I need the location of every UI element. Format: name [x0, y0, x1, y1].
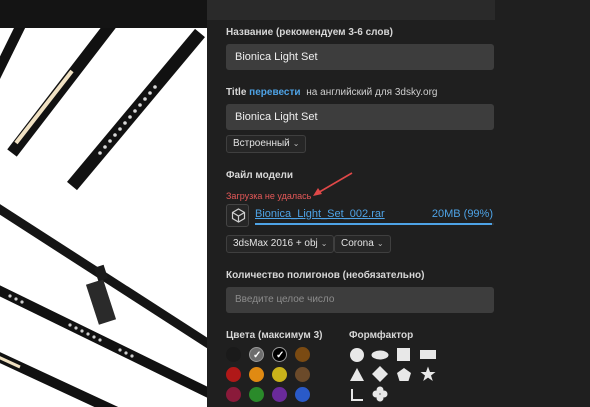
- track-4: [0, 204, 207, 349]
- color-swatch[interactable]: [226, 347, 241, 362]
- light-tracks-render: [0, 28, 207, 407]
- model-preview-image: [0, 28, 207, 407]
- file-name-link[interactable]: Bionica_Light_Set_002.rar: [255, 208, 385, 220]
- diamond-icon[interactable]: [372, 366, 388, 382]
- formfactor-label: Формфактор: [349, 330, 414, 341]
- flower-icon[interactable]: [372, 386, 388, 402]
- name-label: Название (рекомендуем 3-6 слов): [226, 27, 393, 38]
- color-swatch[interactable]: [272, 387, 287, 402]
- uploaded-file-row: Bionica_Light_Set_002.rar 20MB (99%): [226, 204, 494, 228]
- color-swatch[interactable]: [295, 367, 310, 382]
- rectangle-icon[interactable]: [419, 349, 437, 360]
- renderer-dropdown[interactable]: Corona ⌄: [334, 235, 391, 253]
- color-swatch[interactable]: [272, 347, 287, 363]
- track-2: [7, 28, 116, 157]
- software-dropdown[interactable]: 3dsMax 2016 + obj ⌄: [226, 235, 335, 253]
- annotation-arrow-icon: [313, 172, 353, 196]
- model-cube-icon: [226, 204, 249, 227]
- color-swatch[interactable]: [295, 387, 310, 402]
- title-label: Title перевести на английский для 3dsky.…: [226, 87, 437, 98]
- color-swatch[interactable]: [272, 367, 287, 382]
- chevron-down-icon: ⌄: [292, 139, 300, 148]
- ellipse-icon[interactable]: [371, 350, 389, 360]
- colors-label: Цвета (максимум 3): [226, 330, 323, 341]
- name-input[interactable]: Bionica Light Set: [226, 44, 494, 70]
- upload-error-message: Загрузка не удалась: [226, 191, 312, 201]
- software-value: 3dsMax 2016 + obj: [233, 238, 318, 249]
- track-1: [0, 28, 26, 80]
- translate-link[interactable]: перевести: [249, 87, 300, 98]
- circle-icon[interactable]: [349, 347, 365, 363]
- polygons-input[interactable]: Введите целое число: [226, 287, 494, 313]
- square-icon[interactable]: [396, 347, 411, 362]
- renderer-value: Corona: [341, 238, 374, 249]
- color-swatch[interactable]: [249, 347, 264, 363]
- title-label-rest: на английский для 3dsky.org: [306, 87, 438, 98]
- render-mode-dropdown[interactable]: Встроенный ⌄: [226, 135, 307, 153]
- render-mode-value: Встроенный: [233, 138, 290, 149]
- upload-progress-bar: [255, 223, 494, 225]
- title-input[interactable]: Bionica Light Set: [226, 104, 494, 130]
- model-file-label: Файл модели: [226, 170, 294, 181]
- pentagon-icon[interactable]: [396, 367, 412, 382]
- color-swatch[interactable]: [249, 387, 264, 402]
- chevron-down-icon: ⌄: [320, 239, 328, 248]
- color-swatch[interactable]: [249, 367, 264, 382]
- upload-progress-fill: [255, 223, 492, 225]
- track-6: [0, 352, 119, 407]
- triangle-icon[interactable]: [349, 367, 365, 382]
- corner-icon[interactable]: [350, 388, 364, 402]
- file-size-status: 20MB (99%): [431, 208, 493, 220]
- color-swatch[interactable]: [226, 367, 241, 382]
- color-swatch[interactable]: [226, 387, 241, 402]
- color-swatch[interactable]: [295, 347, 310, 362]
- polygons-label: Количество полигонов (необязательно): [226, 270, 425, 281]
- top-bar: [207, 0, 495, 20]
- star-icon[interactable]: [420, 366, 436, 382]
- chevron-down-icon: ⌄: [376, 239, 384, 248]
- title-label-text: Title: [226, 87, 247, 98]
